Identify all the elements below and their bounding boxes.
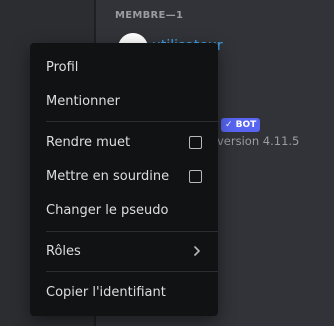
member-section-header: MEMBRE—1 xyxy=(115,10,184,21)
menu-item-mentionner[interactable]: Mentionner xyxy=(38,86,210,116)
checkbox-icon[interactable] xyxy=(189,135,202,149)
checkbox-icon[interactable] xyxy=(189,169,202,183)
menu-item-label: Mentionner xyxy=(46,93,120,109)
bot-badge: ✓ BOT xyxy=(221,118,261,132)
menu-item-rendre-muet[interactable]: Rendre muet xyxy=(38,127,210,157)
menu-item-mettre-en-sourdine[interactable]: Mettre en sourdine xyxy=(38,161,210,191)
menu-item-label: Mettre en sourdine xyxy=(46,168,170,184)
menu-item-copier-identifiant[interactable]: Copier l'identifiant xyxy=(38,277,210,307)
menu-separator xyxy=(46,121,218,122)
menu-separator xyxy=(46,231,218,232)
menu-item-roles[interactable]: Rôles xyxy=(38,236,210,266)
chevron-right-icon xyxy=(194,246,200,256)
menu-item-label: Copier l'identifiant xyxy=(46,284,166,300)
menu-item-label: Changer le pseudo xyxy=(46,202,169,218)
menu-item-label: Profil xyxy=(46,59,79,75)
member-status: version 4.11.5 xyxy=(217,134,300,148)
menu-separator xyxy=(46,271,218,272)
menu-item-profil[interactable]: Profil xyxy=(38,52,210,82)
menu-item-label: Rendre muet xyxy=(46,134,131,150)
user-context-menu: Profil Mentionner Rendre muet Mettre en … xyxy=(30,43,218,316)
menu-item-changer-le-pseudo[interactable]: Changer le pseudo xyxy=(38,195,210,225)
menu-item-label: Rôles xyxy=(46,243,81,259)
discord-window: MEMBRE—1 utilisateur ✓ BOT version 4.11.… xyxy=(0,0,334,326)
